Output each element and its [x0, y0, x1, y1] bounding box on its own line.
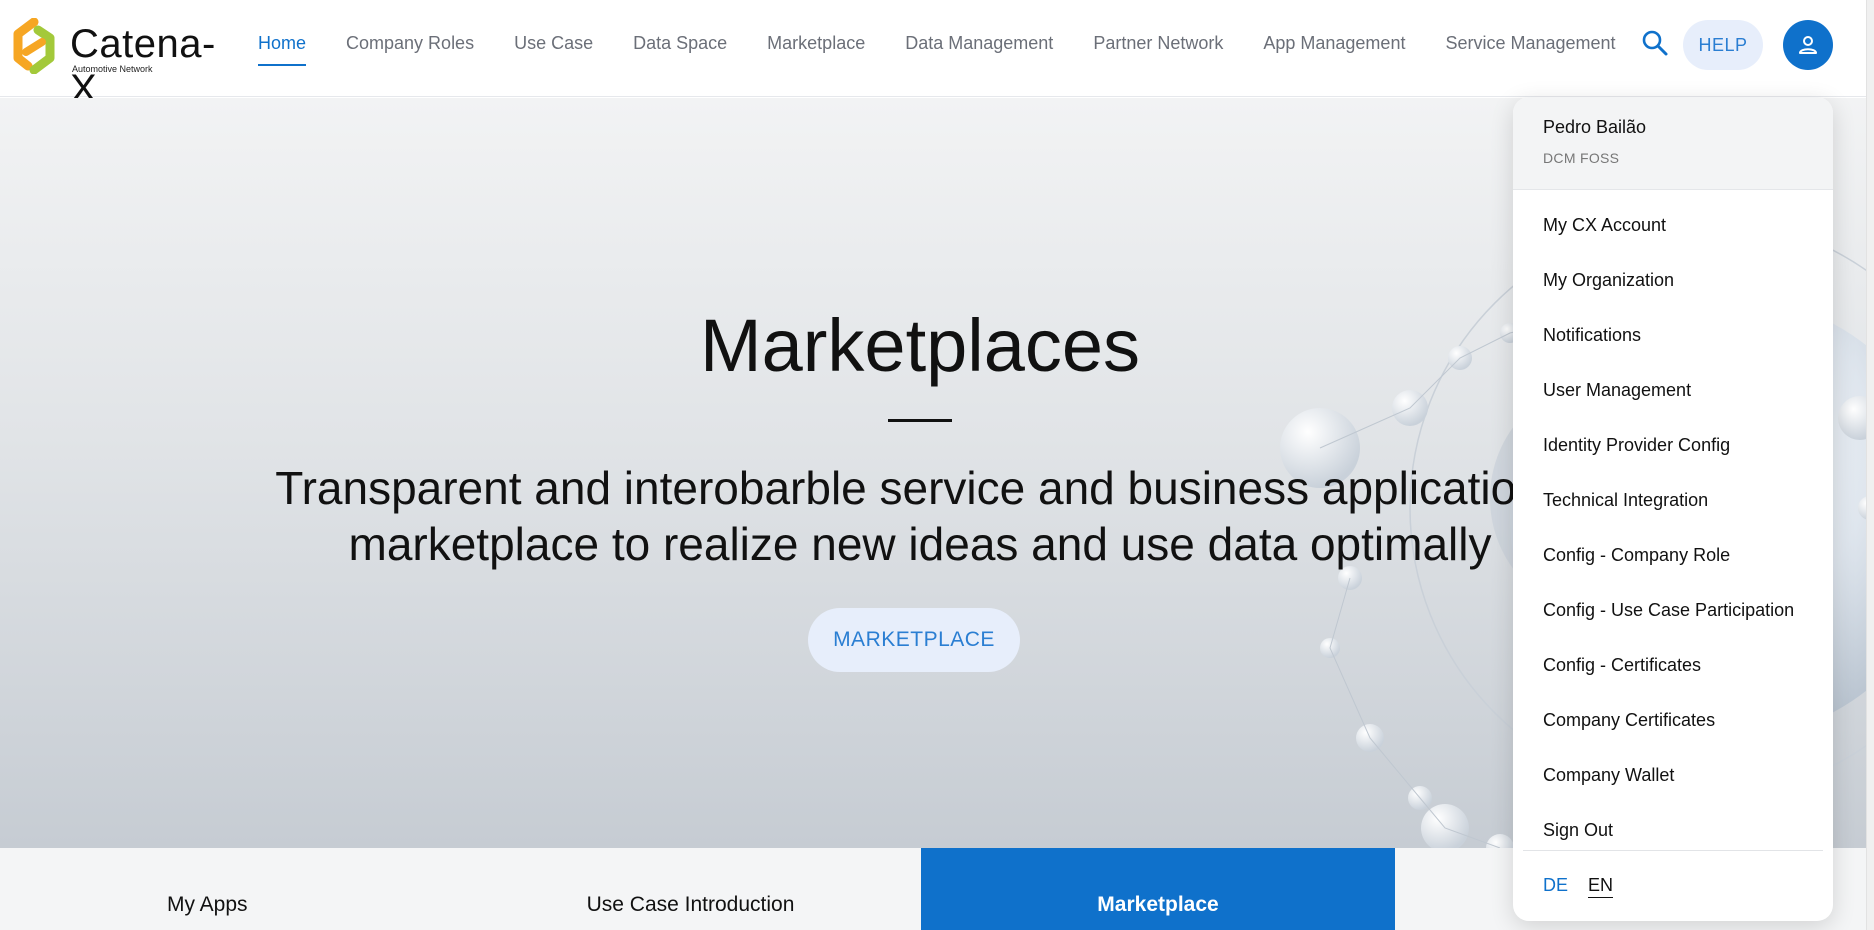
person-icon	[1799, 36, 1817, 54]
catena-x-logo[interactable]: Catena-X Automotive Network	[8, 18, 228, 111]
language-switcher: DE EN	[1543, 875, 1614, 898]
user-menu-list: My CX Account My Organization Notificati…	[1513, 190, 1833, 858]
hero-subtitle-line-1: Transparent and interobarble service and…	[275, 462, 1565, 514]
hero-subtitle: Transparent and interobarble service and…	[220, 460, 1620, 572]
user-menu-dropdown: Pedro Bailão DCM FOSS My CX Account My O…	[1513, 97, 1833, 921]
nav-partner-network[interactable]: Partner Network	[1093, 0, 1223, 97]
menu-divider	[1523, 850, 1823, 851]
page-scrollbar[interactable]	[1866, 0, 1874, 930]
menu-item-user-management[interactable]: User Management	[1513, 363, 1833, 418]
main-navigation: Home Company Roles Use Case Data Space M…	[258, 0, 1616, 97]
menu-item-my-organization[interactable]: My Organization	[1513, 253, 1833, 308]
nav-marketplace[interactable]: Marketplace	[767, 0, 865, 97]
tile-marketplace[interactable]: Marketplace	[921, 848, 1395, 930]
menu-item-company-wallet[interactable]: Company Wallet	[1513, 748, 1833, 803]
menu-item-identity-provider-config[interactable]: Identity Provider Config	[1513, 418, 1833, 473]
tile-use-case-introduction[interactable]: Use Case Introduction	[460, 848, 921, 930]
menu-item-notifications[interactable]: Notifications	[1513, 308, 1833, 363]
tile-label: Use Case Introduction	[586, 893, 795, 916]
tile-my-apps[interactable]: My Apps	[0, 848, 460, 930]
language-en[interactable]: EN	[1588, 875, 1614, 898]
nav-service-management[interactable]: Service Management	[1445, 0, 1615, 97]
help-button[interactable]: HELP	[1683, 20, 1763, 70]
catena-x-logo-icon	[13, 18, 55, 74]
menu-item-my-cx-account[interactable]: My CX Account	[1513, 198, 1833, 253]
nav-data-management[interactable]: Data Management	[905, 0, 1053, 97]
nav-company-roles[interactable]: Company Roles	[346, 0, 474, 97]
menu-item-technical-integration[interactable]: Technical Integration	[1513, 473, 1833, 528]
tile-label: My Apps	[167, 893, 248, 916]
user-organization: DCM FOSS	[1543, 150, 1620, 166]
top-header: Catena-X Automotive Network Home Company…	[0, 0, 1874, 111]
nav-app-management[interactable]: App Management	[1263, 0, 1405, 97]
search-button[interactable]	[1640, 28, 1670, 58]
user-menu-header: Pedro Bailão DCM FOSS	[1513, 97, 1833, 190]
hero-divider	[888, 419, 952, 422]
user-name: Pedro Bailão	[1543, 117, 1647, 137]
menu-item-company-certificates[interactable]: Company Certificates	[1513, 693, 1833, 748]
language-de[interactable]: DE	[1543, 875, 1568, 898]
marketplace-cta-button[interactable]: MARKETPLACE	[808, 608, 1020, 672]
menu-item-config-use-case-participation[interactable]: Config - Use Case Participation	[1513, 583, 1833, 638]
nav-use-case[interactable]: Use Case	[514, 0, 593, 97]
menu-item-config-company-role[interactable]: Config - Company Role	[1513, 528, 1833, 583]
logo-tagline: Automotive Network	[72, 64, 153, 74]
hero-subtitle-line-2: marketplace to realize new ideas and use…	[348, 518, 1492, 570]
nav-home[interactable]: Home	[258, 0, 307, 97]
nav-data-space[interactable]: Data Space	[633, 0, 727, 97]
tile-label: Marketplace	[1097, 893, 1219, 916]
menu-item-config-certificates[interactable]: Config - Certificates	[1513, 638, 1833, 693]
user-avatar-button[interactable]	[1783, 20, 1833, 70]
search-icon	[1642, 30, 1668, 56]
